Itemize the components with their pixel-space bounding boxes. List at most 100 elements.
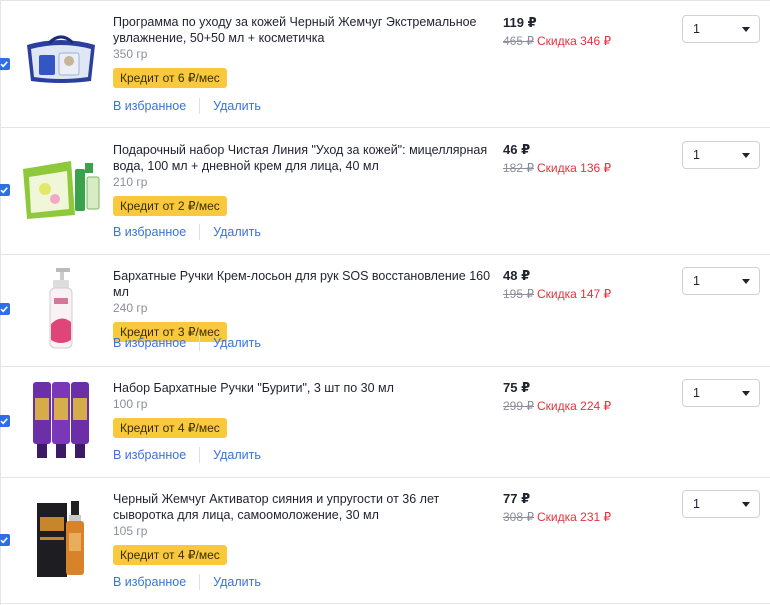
price-box: 77 ₽ 308 ₽ Скидка 231 ₽ <box>503 490 611 525</box>
price-box: 75 ₽ 299 ₽ Скидка 224 ₽ <box>503 379 611 414</box>
quantity-value: 1 <box>693 497 700 511</box>
quantity-value: 1 <box>693 274 700 288</box>
divider <box>199 98 201 114</box>
cart-item: Программа по уходу за кожей Черный Жемчу… <box>0 0 770 128</box>
old-price: 195 ₽ <box>503 287 534 301</box>
item-info: Черный Жемчуг Активатор сияния и упругос… <box>113 491 491 565</box>
credit-badge[interactable]: Кредит от 4 ₽/мес <box>113 418 227 438</box>
old-price: 308 ₽ <box>503 510 534 524</box>
cart-list: Программа по уходу за кожей Черный Жемчу… <box>0 0 770 605</box>
check-icon <box>0 187 8 194</box>
item-actions: В избранное Удалить <box>113 574 261 590</box>
select-item-checkbox[interactable] <box>0 534 10 546</box>
divider <box>199 447 201 463</box>
quantity-select[interactable]: 1 <box>682 15 760 43</box>
chevron-down-icon <box>742 26 750 32</box>
item-weight: 210 гр <box>113 175 148 189</box>
cosmetic-bag-product-image <box>27 35 95 83</box>
item-title[interactable]: Программа по уходу за кожей Черный Жемчу… <box>113 14 491 46</box>
cart-item: Подарочный набор Чистая Линия "Уход за к… <box>0 128 770 255</box>
add-to-favorites-link[interactable]: В избранное <box>113 225 186 239</box>
select-item-checkbox[interactable] <box>0 303 10 315</box>
delete-item-link[interactable]: Удалить <box>213 336 261 350</box>
serum-bottle-product-image <box>37 501 84 577</box>
product-image[interactable] <box>19 265 103 351</box>
credit-badge[interactable]: Кредит от 2 ₽/мес <box>113 196 227 216</box>
cart-item: Черный Жемчуг Активатор сияния и упругос… <box>0 478 770 604</box>
item-title[interactable]: Набор Бархатные Ручки "Бурити", 3 шт по … <box>113 380 491 396</box>
item-title[interactable]: Черный Жемчуг Активатор сияния и упругос… <box>113 491 491 523</box>
quantity-value: 1 <box>693 386 700 400</box>
item-weight: 350 гр <box>113 47 148 61</box>
pump-bottle-product-image <box>49 268 73 349</box>
discount-amount: Скидка 147 ₽ <box>537 287 612 301</box>
old-price: 299 ₽ <box>503 399 534 413</box>
item-actions: В избранное Удалить <box>113 447 261 463</box>
cart-item: Бархатные Ручки Крем-лосьон для рук SOS … <box>0 255 770 367</box>
item-actions: В избранное Удалить <box>113 98 261 114</box>
item-actions: В избранное Удалить <box>113 335 261 351</box>
item-title[interactable]: Бархатные Ручки Крем-лосьон для рук SOS … <box>113 268 491 300</box>
item-title[interactable]: Подарочный набор Чистая Линия "Уход за к… <box>113 142 491 174</box>
quantity-value: 1 <box>693 22 700 36</box>
chevron-down-icon <box>742 152 750 158</box>
chevron-down-icon <box>742 501 750 507</box>
add-to-favorites-link[interactable]: В избранное <box>113 99 186 113</box>
check-icon <box>0 537 8 544</box>
product-image[interactable] <box>19 21 103 93</box>
discount-amount: Скидка 224 ₽ <box>537 399 612 413</box>
divider <box>199 224 201 240</box>
quantity-value: 1 <box>693 148 700 162</box>
price-box: 46 ₽ 182 ₽ Скидка 136 ₽ <box>503 141 611 176</box>
item-info: Набор Бархатные Ручки "Бурити", 3 шт по … <box>113 380 491 438</box>
delete-item-link[interactable]: Удалить <box>213 575 261 589</box>
quantity-select[interactable]: 1 <box>682 379 760 407</box>
three-tubes-product-image <box>33 382 89 458</box>
cart-item: Набор Бархатные Ручки "Бурити", 3 шт по … <box>0 367 770 478</box>
old-price: 465 ₽ <box>503 34 534 48</box>
select-item-checkbox[interactable] <box>0 184 10 196</box>
discount-amount: Скидка 231 ₽ <box>537 510 612 524</box>
quantity-select[interactable]: 1 <box>682 267 760 295</box>
current-price: 119 ₽ <box>503 15 537 30</box>
item-actions: В избранное Удалить <box>113 224 261 240</box>
current-price: 75 ₽ <box>503 380 531 395</box>
item-info: Программа по уходу за кожей Черный Жемчу… <box>113 14 491 88</box>
delete-item-link[interactable]: Удалить <box>213 99 261 113</box>
item-info: Подарочный набор Чистая Линия "Уход за к… <box>113 142 491 216</box>
select-item-checkbox[interactable] <box>0 58 10 70</box>
add-to-favorites-link[interactable]: В избранное <box>113 336 186 350</box>
credit-badge[interactable]: Кредит от 6 ₽/мес <box>113 68 227 88</box>
discount-amount: Скидка 346 ₽ <box>537 34 612 48</box>
delete-item-link[interactable]: Удалить <box>213 225 261 239</box>
quantity-select[interactable]: 1 <box>682 141 760 169</box>
current-price: 46 ₽ <box>503 142 531 157</box>
gift-box-product-image <box>23 161 100 219</box>
item-info: Бархатные Ручки Крем-лосьон для рук SOS … <box>113 268 491 342</box>
divider <box>199 574 201 590</box>
credit-badge[interactable]: Кредит от 4 ₽/мес <box>113 545 227 565</box>
item-weight: 240 гр <box>113 301 148 315</box>
chevron-down-icon <box>742 390 750 396</box>
product-image[interactable] <box>19 152 103 224</box>
check-icon <box>0 61 8 68</box>
quantity-select[interactable]: 1 <box>682 490 760 518</box>
discount-amount: Скидка 136 ₽ <box>537 161 612 175</box>
select-item-checkbox[interactable] <box>0 415 10 427</box>
current-price: 48 ₽ <box>503 268 531 283</box>
price-box: 119 ₽ 465 ₽ Скидка 346 ₽ <box>503 14 611 49</box>
add-to-favorites-link[interactable]: В избранное <box>113 448 186 462</box>
item-weight: 105 гр <box>113 524 148 538</box>
product-image[interactable] <box>19 496 103 582</box>
check-icon <box>0 418 8 425</box>
old-price: 182 ₽ <box>503 161 534 175</box>
product-image[interactable] <box>19 379 103 463</box>
item-weight: 100 гр <box>113 397 148 411</box>
divider <box>199 335 201 351</box>
add-to-favorites-link[interactable]: В избранное <box>113 575 186 589</box>
current-price: 77 ₽ <box>503 491 531 506</box>
price-box: 48 ₽ 195 ₽ Скидка 147 ₽ <box>503 267 611 302</box>
check-icon <box>0 306 8 313</box>
delete-item-link[interactable]: Удалить <box>213 448 261 462</box>
chevron-down-icon <box>742 278 750 284</box>
